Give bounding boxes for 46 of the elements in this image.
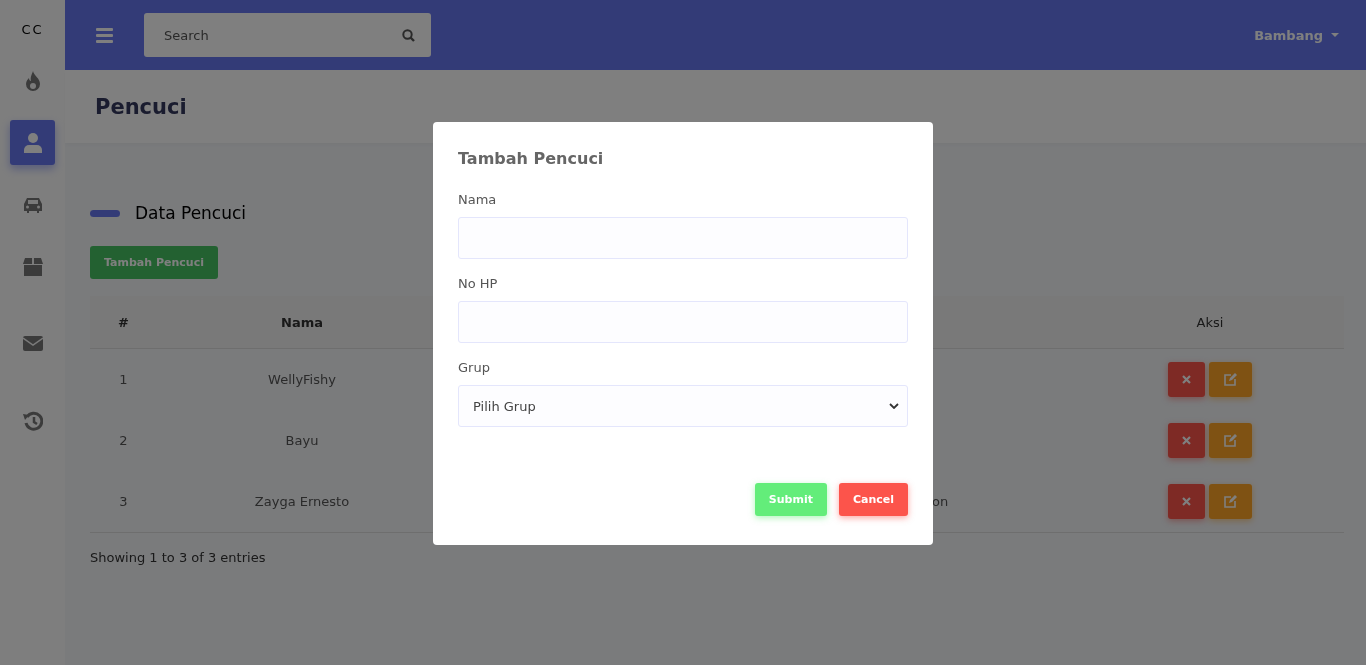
envelope-icon: [22, 336, 43, 351]
user-menu[interactable]: Bambang: [1254, 27, 1339, 43]
edit-button[interactable]: [1209, 362, 1252, 397]
delete-button[interactable]: [1168, 484, 1205, 519]
close-icon: [1182, 375, 1191, 384]
add-button[interactable]: Tambah Pencuci: [90, 246, 218, 279]
history-icon: [22, 410, 43, 431]
edit-icon: [1224, 495, 1237, 508]
sidebar-item[interactable]: [10, 120, 55, 165]
field-label: No HP: [458, 276, 499, 291]
search-icon: [402, 29, 415, 42]
close-icon: [1182, 497, 1191, 506]
delete-button[interactable]: [1168, 362, 1205, 397]
entries-info: Showing 1 to 3 of 3 entries: [90, 550, 267, 565]
input-field[interactable]: [458, 217, 908, 259]
search-field[interactable]: Search: [144, 13, 431, 57]
section-marker: [90, 209, 120, 217]
user-icon: [23, 132, 42, 153]
section-title: Data Pencuci: [135, 203, 247, 223]
table-cell: 1: [119, 372, 128, 387]
edit-button[interactable]: [1209, 484, 1252, 519]
table-cell: 2: [119, 433, 128, 448]
table-cell: Zayga Ernesto: [254, 494, 350, 509]
modal-title: Tambah Pencuci: [458, 149, 605, 168]
table-cell: 3: [119, 494, 128, 509]
edit-icon: [1224, 373, 1237, 386]
caret-icon: [1331, 33, 1339, 37]
edit-icon: [1224, 434, 1237, 447]
menu-icon[interactable]: [96, 27, 113, 43]
chevron-icon: [889, 403, 899, 409]
page-title: Pencuci: [95, 94, 187, 119]
edit-button[interactable]: [1209, 423, 1252, 458]
close-icon: [1182, 436, 1191, 445]
cancel-button[interactable]: Cancel: [838, 483, 908, 516]
flame-icon: [24, 70, 41, 91]
car-icon: [22, 196, 43, 213]
box-icon: [22, 257, 43, 276]
input-field[interactable]: [458, 301, 908, 343]
field-label: Nama: [458, 192, 498, 207]
field-label: Grup: [458, 360, 491, 375]
brand-logo[interactable]: CC: [21, 0, 44, 58]
table-cell: on: [932, 494, 949, 509]
select-field[interactable]: Pilih Grup: [458, 385, 908, 427]
table-cell: Bayu: [285, 433, 319, 448]
delete-button[interactable]: [1168, 423, 1205, 458]
table-cell: WellyFishy: [268, 372, 336, 387]
